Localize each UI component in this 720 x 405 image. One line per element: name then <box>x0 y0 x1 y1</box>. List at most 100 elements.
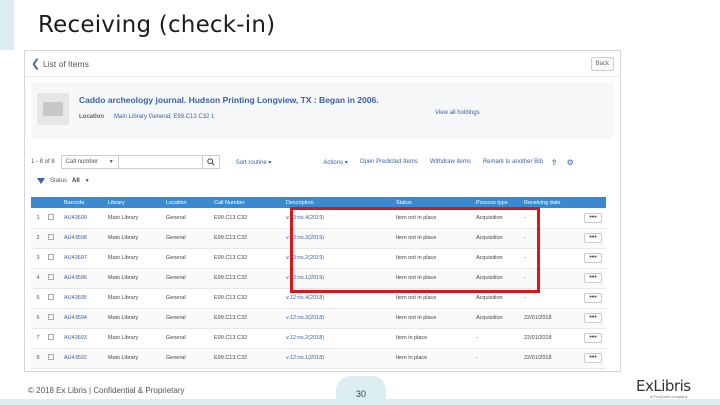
barcode-link[interactable]: AU43694 <box>61 308 105 329</box>
process-type-cell: - <box>473 328 521 349</box>
description-link[interactable]: v.12:no.1(2018) <box>283 348 393 369</box>
barcode-link[interactable]: AU43696 <box>61 268 105 289</box>
row-checkbox[interactable] <box>45 328 61 349</box>
filter-icon <box>37 178 45 184</box>
exlibris-logo: ExLibris a ProQuest company <box>636 377 692 401</box>
column-header[interactable]: Barcode <box>61 197 105 208</box>
library-cell: Main Library <box>105 288 163 309</box>
call-number-cell: E99.C13 C32 <box>211 228 283 249</box>
row-actions[interactable]: ••• <box>581 228 606 249</box>
location-value[interactable]: Main Library General; E99.C13 C32 1 <box>114 114 214 120</box>
call-number-cell: E99.C13 C32 <box>211 328 283 349</box>
record-summary: Caddo archeology journal. Hudson Printin… <box>31 83 614 139</box>
library-cell: Main Library <box>105 308 163 329</box>
back-chevron-icon[interactable]: ❮ <box>31 57 41 70</box>
receiving-date-cell: 22/01/2018 <box>521 328 581 349</box>
barcode-link[interactable]: AU43698 <box>61 228 105 249</box>
row-checkbox[interactable] <box>45 308 61 329</box>
more-actions-button[interactable]: ••• <box>584 293 602 303</box>
sort-routine-dropdown[interactable]: Sort routine ▾ <box>236 159 272 166</box>
more-actions-button[interactable]: ••• <box>584 273 602 283</box>
call-number-cell: E99.C13 C32 <box>211 248 283 269</box>
description-link[interactable]: v.12:no.3(2018) <box>283 308 393 329</box>
column-header <box>31 197 45 208</box>
row-number: 5 <box>31 288 45 309</box>
search-icon <box>206 158 215 166</box>
row-actions[interactable]: ••• <box>581 328 606 349</box>
export-icon[interactable]: ⇮ <box>551 158 558 167</box>
location-cell: General <box>163 208 211 229</box>
search-input[interactable] <box>118 155 203 169</box>
row-number: 2 <box>31 228 45 249</box>
receiving-date-cell: 22/01/2018 <box>521 348 581 369</box>
row-actions[interactable]: ••• <box>581 288 606 309</box>
actions-dropdown[interactable]: Actions ▾ <box>323 159 347 166</box>
more-actions-button[interactable]: ••• <box>584 212 602 223</box>
location-cell: General <box>163 268 211 289</box>
more-actions-button[interactable]: ••• <box>584 233 602 243</box>
more-actions-button[interactable]: ••• <box>584 333 602 343</box>
page-title: List of Items <box>43 58 89 69</box>
chevron-down-icon: ▼ <box>108 159 114 165</box>
status-filter[interactable]: Status All ▼ <box>37 178 90 184</box>
row-checkbox[interactable] <box>45 208 61 229</box>
row-checkbox[interactable] <box>45 268 61 289</box>
record-title[interactable]: Caddo archeology journal. Hudson Printin… <box>79 95 379 105</box>
library-cell: Main Library <box>105 348 163 369</box>
chevron-down-icon: ▼ <box>84 178 90 184</box>
row-actions[interactable]: ••• <box>581 208 606 229</box>
highlight-box <box>290 207 540 293</box>
checkbox[interactable] <box>48 294 54 300</box>
checkbox[interactable] <box>48 334 54 340</box>
table-row[interactable]: 6 AU43694 Main Library General E99.C13 C32 v.… <box>31 308 606 329</box>
row-checkbox[interactable] <box>45 288 61 309</box>
row-number: 3 <box>31 248 45 269</box>
more-actions-button[interactable]: ••• <box>584 353 602 363</box>
search-field-select[interactable]: Call number ▼ <box>60 155 119 169</box>
row-number: 8 <box>31 348 45 369</box>
column-header[interactable]: Library <box>105 197 163 208</box>
remark-link[interactable]: Remark to another Bib <box>483 159 543 165</box>
barcode-link[interactable]: AU43697 <box>61 248 105 269</box>
row-checkbox[interactable] <box>45 228 61 249</box>
table-row[interactable]: 8 AU43692 Main Library General E99.C13 C32 v.… <box>31 348 606 369</box>
checkbox[interactable] <box>48 234 54 240</box>
library-cell: Main Library <box>105 268 163 289</box>
withdraw-items-link[interactable]: Withdraw items <box>430 159 471 165</box>
more-actions-button[interactable]: ••• <box>584 253 602 263</box>
barcode-link[interactable]: AU43692 <box>61 348 105 369</box>
checkbox[interactable] <box>48 354 54 360</box>
row-actions[interactable]: ••• <box>581 308 606 329</box>
location-cell: General <box>163 328 211 349</box>
process-type-cell: Acquisition <box>473 308 521 329</box>
row-actions[interactable]: ••• <box>581 268 606 289</box>
open-predicted-items-link[interactable]: Open Predicted Items <box>360 159 418 165</box>
row-actions[interactable]: ••• <box>581 248 606 269</box>
back-button[interactable]: Back <box>590 56 614 71</box>
more-actions-button[interactable]: ••• <box>584 313 602 323</box>
table-row[interactable]: 7 AU43693 Main Library General E99.C13 C32 v.… <box>31 328 606 349</box>
row-number: 7 <box>31 328 45 349</box>
barcode-link[interactable]: AU43695 <box>61 288 105 309</box>
row-checkbox[interactable] <box>45 348 61 369</box>
column-header[interactable]: Call Number <box>211 197 283 208</box>
settings-icon[interactable]: ⚙ <box>567 158 574 167</box>
column-header[interactable]: Location <box>163 197 211 208</box>
row-actions[interactable]: ••• <box>581 348 606 369</box>
checkbox[interactable] <box>48 254 54 260</box>
checkbox[interactable] <box>48 314 54 320</box>
call-number-cell: E99.C13 C32 <box>211 268 283 289</box>
location-cell: General <box>163 308 211 329</box>
description-link[interactable]: v.12:no.2(2018) <box>283 328 393 349</box>
location-cell: General <box>163 348 211 369</box>
barcode-link[interactable]: AU43699 <box>61 208 105 229</box>
checkbox[interactable] <box>48 213 54 220</box>
barcode-link[interactable]: AU43693 <box>61 328 105 349</box>
row-checkbox[interactable] <box>45 248 61 269</box>
status-cell: Item in place <box>393 328 473 349</box>
search-button[interactable] <box>201 155 220 169</box>
checkbox[interactable] <box>48 274 54 280</box>
view-all-holdings-link[interactable]: View all holdings <box>435 110 480 116</box>
library-cell: Main Library <box>105 208 163 229</box>
filter-label: Status <box>50 178 68 184</box>
